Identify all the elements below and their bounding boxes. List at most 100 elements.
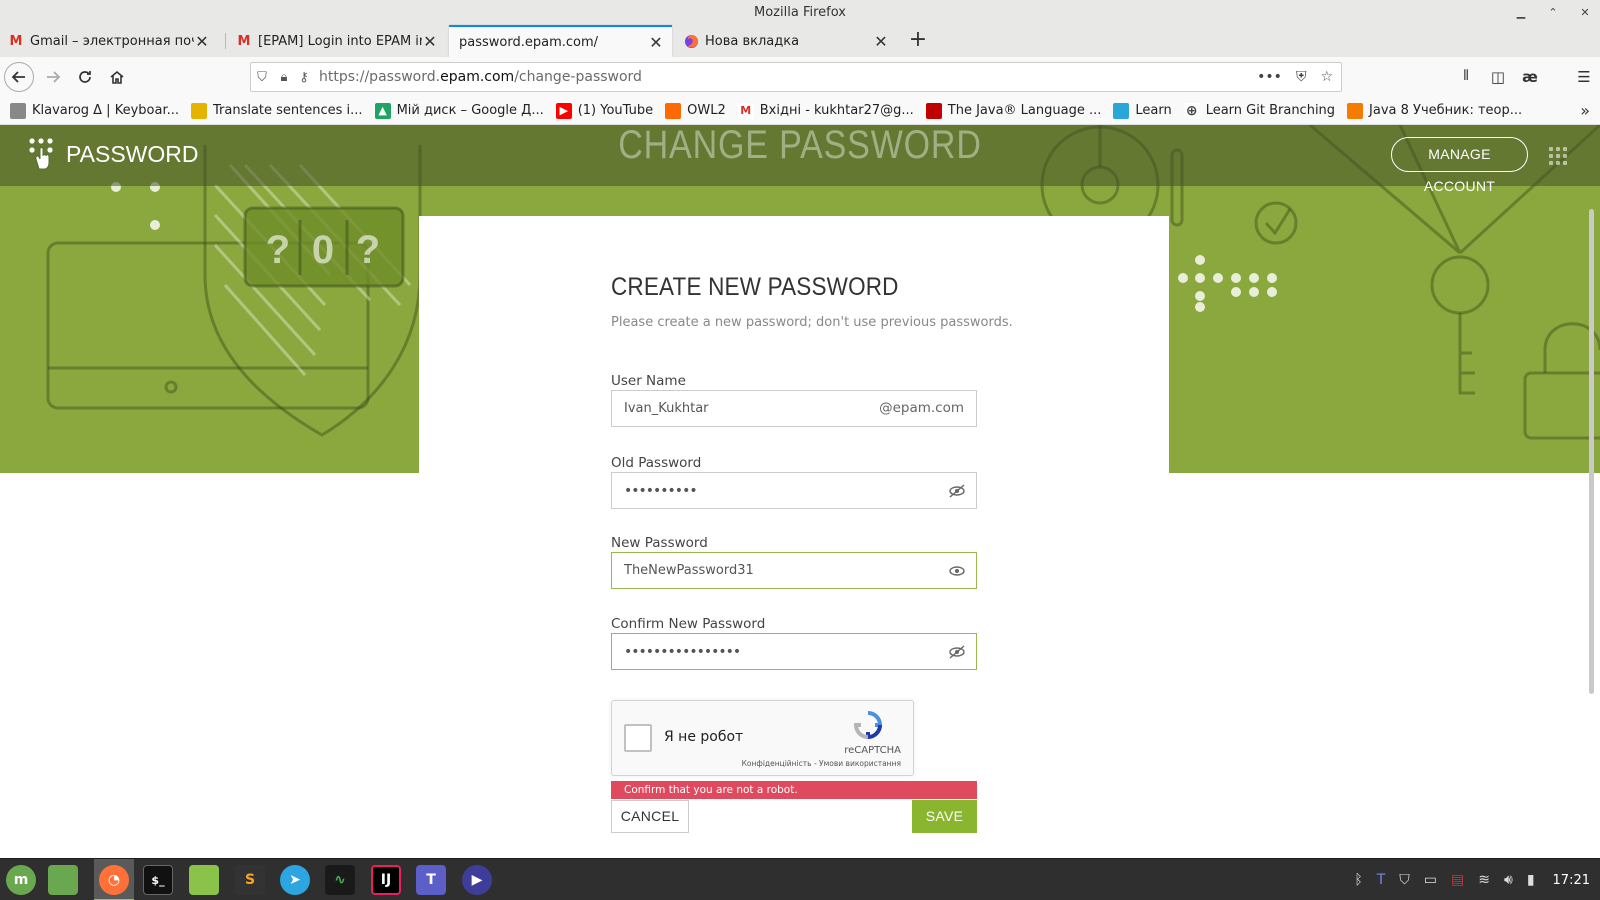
captcha-error-message: Confirm that you are not a robot. xyxy=(611,781,977,799)
tab-password-epam[interactable]: password.epam.com/ ✕ xyxy=(449,25,672,57)
bookmark-item[interactable]: Translate sentences i... xyxy=(191,102,363,119)
bookmark-item[interactable]: ⊕ Learn Git Branching xyxy=(1183,102,1335,119)
page-actions-icon[interactable]: ••• xyxy=(1257,69,1282,85)
page-heading: CHANGE PASSWORD xyxy=(618,125,982,167)
manage-account-button[interactable]: MANAGE ACCOUNT xyxy=(1391,137,1528,194)
username-label: User Name xyxy=(611,373,686,389)
hero-code-char: ? xyxy=(356,228,380,272)
telegram-icon[interactable]: ➤ xyxy=(280,865,310,895)
bookmark-icon xyxy=(1347,102,1364,119)
recaptcha-label: Я не робот xyxy=(664,729,744,745)
tab-epam-login[interactable]: M [EPAM] Login into EPAM info ✕ xyxy=(228,25,446,57)
gmail-icon: M xyxy=(737,102,754,119)
bookmark-item[interactable]: M Вхідні - kukhtar27@g... xyxy=(737,102,914,119)
chevron-double-right-icon[interactable]: » xyxy=(1580,101,1590,120)
bookmark-item[interactable]: ▶ (1) YouTube xyxy=(555,102,653,119)
clock[interactable]: 17:21 xyxy=(1553,873,1590,888)
tab-label: password.epam.com/ xyxy=(459,34,599,50)
url-bar[interactable]: ⛉ 🔒︎ ⚷ https://password.epam.com/change-… xyxy=(250,62,1342,92)
us-flag-icon[interactable]: ▤ xyxy=(1451,872,1464,888)
new-password-field[interactable]: TheNewPassword31 xyxy=(611,552,977,589)
library-icon[interactable]: 𝍪 xyxy=(1450,65,1482,90)
bookmark-icon xyxy=(665,102,682,119)
eye-icon[interactable] xyxy=(948,562,966,580)
close-window-icon[interactable]: ✕ xyxy=(1578,0,1592,25)
lock-icon[interactable]: 🔒︎ xyxy=(273,70,295,85)
key-icon[interactable]: ⚷ xyxy=(295,70,313,85)
bookmark-item[interactable]: OWL2 xyxy=(665,102,726,119)
tab-gmail[interactable]: M Gmail – электронная почта ✕ xyxy=(0,25,218,57)
password-logo-icon xyxy=(28,137,56,171)
mint-menu-icon[interactable]: m xyxy=(6,865,36,895)
back-button[interactable] xyxy=(4,62,34,92)
arrow-left-icon xyxy=(11,71,25,83)
tab-close-icon[interactable]: ✕ xyxy=(422,32,438,51)
tab-close-icon[interactable]: ✕ xyxy=(648,33,664,52)
google-drive-icon: ▲ xyxy=(374,102,391,119)
cancel-button[interactable]: CANCEL xyxy=(611,800,689,833)
bookmark-item[interactable]: Klavarog Δ | Keyboar... xyxy=(10,102,179,119)
hero-code-char: ? xyxy=(266,228,290,272)
new-tab-button[interactable]: + xyxy=(905,25,931,57)
system-monitor-icon[interactable]: ∿ xyxy=(325,865,355,895)
tab-label: Gmail – электронная почта xyxy=(30,33,194,49)
eye-slash-icon[interactable] xyxy=(948,643,966,661)
apps-grid-icon[interactable] xyxy=(1549,147,1567,165)
home-button[interactable] xyxy=(102,63,132,91)
shield-check-icon[interactable]: ⛉ xyxy=(1399,872,1410,888)
window-titlebar: Mozilla Firefox ▁ ⌃ ✕ xyxy=(0,0,1600,25)
restore-icon[interactable]: ⌃ xyxy=(1546,0,1560,25)
show-desktop-icon[interactable] xyxy=(48,865,78,895)
system-tray: ᛒ T ⛉ ▭ ▤ ≋ 🔊︎ ▮ 17:21 xyxy=(1354,859,1600,900)
teams-tray-icon[interactable]: T xyxy=(1377,872,1386,888)
username-field[interactable]: Ivan_Kukhtar @epam.com xyxy=(611,390,977,427)
pocket-icon[interactable]: ⛨ xyxy=(1296,69,1307,85)
battery-icon[interactable]: ▮ xyxy=(1527,872,1535,888)
sidebar-icon[interactable]: ◫ xyxy=(1482,68,1514,86)
page-scrollbar[interactable] xyxy=(1589,209,1594,694)
recaptcha-checkbox[interactable] xyxy=(624,724,652,752)
bookmark-item[interactable]: The Java® Language ... xyxy=(925,102,1101,119)
firefox-taskbar-icon[interactable]: ◔ xyxy=(99,865,129,895)
bookmark-item[interactable]: Java 8 Учебник: теор... xyxy=(1347,102,1522,119)
tracking-shield-icon[interactable]: ⛉ xyxy=(251,70,273,85)
tab-close-icon[interactable]: ✕ xyxy=(194,32,210,51)
reload-icon xyxy=(79,71,91,83)
tab-new-tab[interactable]: Нова вкладка ✕ xyxy=(675,25,897,57)
reload-button[interactable] xyxy=(70,63,100,91)
new-password-value: TheNewPassword31 xyxy=(624,563,754,578)
volume-icon[interactable]: 🔊︎ xyxy=(1504,872,1513,888)
wifi-icon[interactable]: ≋ xyxy=(1478,872,1490,888)
forward-button[interactable] xyxy=(38,63,68,91)
tab-close-icon[interactable]: ✕ xyxy=(873,32,889,51)
files-folder-icon[interactable] xyxy=(189,865,219,895)
form-subtitle: Please create a new password; don't use … xyxy=(611,315,1013,330)
book-icon xyxy=(1113,102,1130,119)
bookmark-item[interactable]: ▲ Мій диск – Google Д... xyxy=(374,102,544,119)
hamburger-menu-icon[interactable]: ☰ xyxy=(1568,68,1600,86)
media-player-icon[interactable]: ▶ xyxy=(462,865,492,895)
sublime-text-icon[interactable]: S xyxy=(235,865,265,895)
save-button[interactable]: SAVE xyxy=(912,800,977,833)
intellij-idea-icon[interactable]: IJ xyxy=(371,865,401,895)
old-password-field[interactable]: •••••••••• xyxy=(611,472,977,509)
oracle-icon xyxy=(925,102,942,119)
teams-icon[interactable]: T xyxy=(416,865,446,895)
bookmark-item[interactable]: Learn xyxy=(1113,102,1172,119)
tab-label: Нова вкладка xyxy=(705,33,800,49)
confirm-password-field[interactable]: •••••••••••••••• xyxy=(611,633,977,670)
recaptcha-links[interactable]: Конфіденційність - Умови використання xyxy=(742,759,901,768)
confirm-password-label: Confirm New Password xyxy=(611,616,766,632)
tab-label: [EPAM] Login into EPAM info xyxy=(258,33,422,49)
extension-ae-icon[interactable]: æ xyxy=(1514,68,1546,86)
eye-slash-icon[interactable] xyxy=(948,482,966,500)
url-text[interactable]: https://password.epam.com/change-passwor… xyxy=(319,69,642,85)
email-domain-suffix: @epam.com xyxy=(879,400,964,416)
bookmark-star-icon[interactable]: ☆ xyxy=(1320,69,1333,85)
minimize-icon[interactable]: ▁ xyxy=(1514,0,1528,25)
clipboard-icon[interactable]: ▭ xyxy=(1424,872,1437,888)
terminal-icon[interactable]: $_ xyxy=(143,865,173,895)
recaptcha-brand: reCAPTCHA xyxy=(844,745,901,756)
site-header: PASSWORD CHANGE PASSWORD MANAGE ACCOUNT xyxy=(0,125,1600,194)
bluetooth-icon[interactable]: ᛒ xyxy=(1354,872,1362,888)
